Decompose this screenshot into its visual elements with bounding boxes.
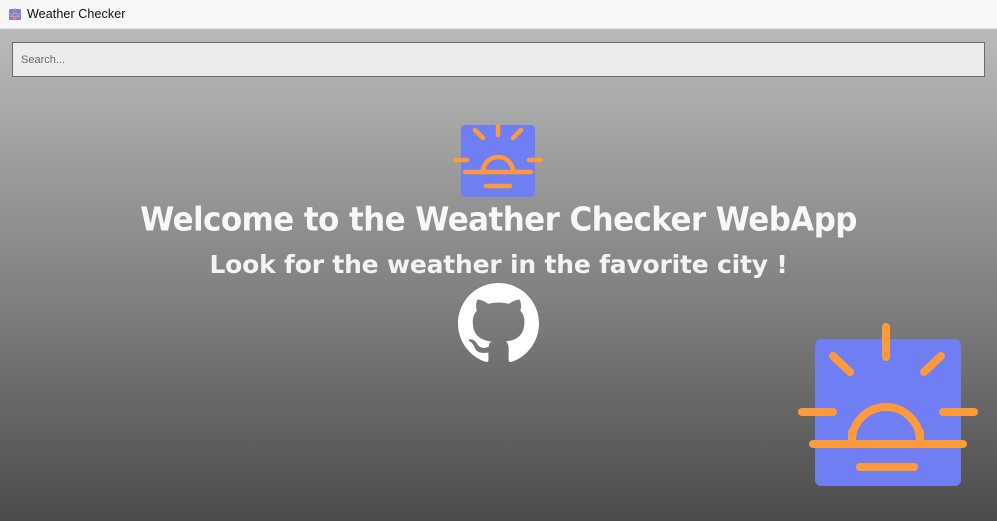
- github-icon[interactable]: [458, 283, 539, 364]
- sunrise-icon: [798, 323, 978, 486]
- search-input[interactable]: [12, 42, 985, 77]
- main-content: Welcome to the Weather Checker WebApp Lo…: [0, 29, 997, 521]
- page-subtitle: Look for the weather in the favorite cit…: [209, 250, 788, 279]
- sunrise-icon: [453, 124, 543, 197]
- page-title: Welcome to the Weather Checker WebApp: [140, 201, 857, 239]
- app-title[interactable]: Weather Checker: [27, 7, 126, 21]
- top-bar: Weather Checker: [0, 0, 997, 29]
- sun-logo-icon: [8, 7, 22, 21]
